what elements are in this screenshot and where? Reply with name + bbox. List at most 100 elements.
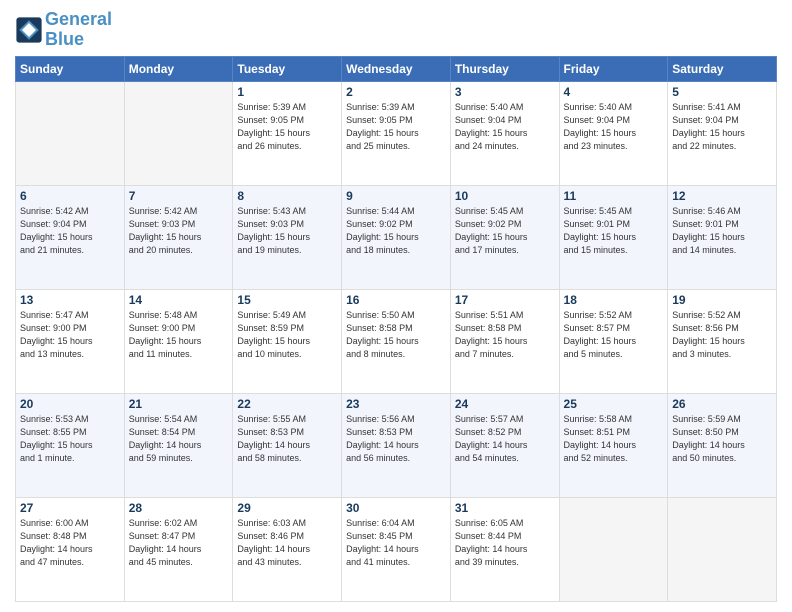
calendar-day-cell: 18Sunrise: 5:52 AM Sunset: 8:57 PM Dayli… [559, 289, 668, 393]
day-number: 17 [455, 293, 555, 307]
day-number: 20 [20, 397, 120, 411]
day-info: Sunrise: 5:45 AM Sunset: 9:01 PM Dayligh… [564, 205, 664, 257]
calendar-table: SundayMondayTuesdayWednesdayThursdayFrid… [15, 56, 777, 602]
day-info: Sunrise: 5:55 AM Sunset: 8:53 PM Dayligh… [237, 413, 337, 465]
calendar-day-cell: 11 Sunrise: 5:45 AM Sunset: 9:01 PM Dayli… [559, 185, 668, 289]
logo-icon [15, 16, 43, 44]
day-number: 5 [672, 85, 772, 99]
day-info: Sunrise: 6:05 AM Sunset: 8:44 PM Dayligh… [455, 517, 555, 569]
day-info: Sunrise: 5:42 AM Sunset: 9:04 PM Dayligh… [20, 205, 120, 257]
day-number: 14 [129, 293, 229, 307]
calendar-day-cell: 16Sunrise: 5:50 AM Sunset: 8:58 PM Dayli… [342, 289, 451, 393]
calendar-day-cell: 9 Sunrise: 5:44 AM Sunset: 9:02 PM Daylig… [342, 185, 451, 289]
calendar-week-row: 20 Sunrise: 5:53 AM Sunset: 8:55 PM Dayli… [16, 393, 777, 497]
calendar-day-cell: 17 Sunrise: 5:51 AM Sunset: 8:58 PM Dayli… [450, 289, 559, 393]
calendar-day-cell: 21Sunrise: 5:54 AM Sunset: 8:54 PM Dayli… [124, 393, 233, 497]
calendar-day-cell: 2 Sunrise: 5:39 AM Sunset: 9:05 PM Daylig… [342, 81, 451, 185]
calendar-day-cell: 26Sunrise: 5:59 AM Sunset: 8:50 PM Dayli… [668, 393, 777, 497]
day-number: 10 [455, 189, 555, 203]
calendar-week-row: 13 Sunrise: 5:47 AM Sunset: 9:00 PM Dayli… [16, 289, 777, 393]
day-number: 28 [129, 501, 229, 515]
day-info: Sunrise: 5:40 AM Sunset: 9:04 PM Dayligh… [564, 101, 664, 153]
calendar-day-cell: 22 Sunrise: 5:55 AM Sunset: 8:53 PM Dayli… [233, 393, 342, 497]
calendar-day-cell: 6 Sunrise: 5:42 AM Sunset: 9:04 PM Daylig… [16, 185, 125, 289]
weekday-header: Wednesday [342, 56, 451, 81]
logo: General Blue [15, 10, 112, 50]
day-info: Sunrise: 5:42 AM Sunset: 9:03 PM Dayligh… [129, 205, 229, 257]
weekday-header: Friday [559, 56, 668, 81]
day-number: 24 [455, 397, 555, 411]
day-number: 7 [129, 189, 229, 203]
day-info: Sunrise: 5:57 AM Sunset: 8:52 PM Dayligh… [455, 413, 555, 465]
day-info: Sunrise: 5:52 AM Sunset: 8:56 PM Dayligh… [672, 309, 772, 361]
calendar-day-cell: 7 Sunrise: 5:42 AM Sunset: 9:03 PM Daylig… [124, 185, 233, 289]
calendar-header-row: SundayMondayTuesdayWednesdayThursdayFrid… [16, 56, 777, 81]
day-number: 2 [346, 85, 446, 99]
day-info: Sunrise: 6:03 AM Sunset: 8:46 PM Dayligh… [237, 517, 337, 569]
calendar-week-row: 1 Sunrise: 5:39 AM Sunset: 9:05 PM Daylig… [16, 81, 777, 185]
day-number: 27 [20, 501, 120, 515]
day-number: 23 [346, 397, 446, 411]
calendar-day-cell: 1 Sunrise: 5:39 AM Sunset: 9:05 PM Daylig… [233, 81, 342, 185]
day-info: Sunrise: 5:39 AM Sunset: 9:05 PM Dayligh… [346, 101, 446, 153]
calendar-day-cell: 15 Sunrise: 5:49 AM Sunset: 8:59 PM Dayli… [233, 289, 342, 393]
calendar-day-cell: 14Sunrise: 5:48 AM Sunset: 9:00 PM Dayli… [124, 289, 233, 393]
day-info: Sunrise: 5:56 AM Sunset: 8:53 PM Dayligh… [346, 413, 446, 465]
day-number: 13 [20, 293, 120, 307]
day-info: Sunrise: 5:39 AM Sunset: 9:05 PM Dayligh… [237, 101, 337, 153]
day-info: Sunrise: 5:45 AM Sunset: 9:02 PM Dayligh… [455, 205, 555, 257]
day-number: 8 [237, 189, 337, 203]
day-info: Sunrise: 5:47 AM Sunset: 9:00 PM Dayligh… [20, 309, 120, 361]
day-info: Sunrise: 5:40 AM Sunset: 9:04 PM Dayligh… [455, 101, 555, 153]
day-number: 30 [346, 501, 446, 515]
calendar-day-cell: 29 Sunrise: 6:03 AM Sunset: 8:46 PM Dayli… [233, 497, 342, 601]
day-info: Sunrise: 5:44 AM Sunset: 9:02 PM Dayligh… [346, 205, 446, 257]
day-info: Sunrise: 5:46 AM Sunset: 9:01 PM Dayligh… [672, 205, 772, 257]
calendar-day-cell [124, 81, 233, 185]
calendar-day-cell: 30 Sunrise: 6:04 AM Sunset: 8:45 PM Dayli… [342, 497, 451, 601]
day-number: 29 [237, 501, 337, 515]
day-number: 4 [564, 85, 664, 99]
calendar-week-row: 6 Sunrise: 5:42 AM Sunset: 9:04 PM Daylig… [16, 185, 777, 289]
day-number: 12 [672, 189, 772, 203]
day-info: Sunrise: 6:00 AM Sunset: 8:48 PM Dayligh… [20, 517, 120, 569]
day-number: 19 [672, 293, 772, 307]
logo-text: General Blue [45, 10, 112, 50]
day-info: Sunrise: 5:50 AM Sunset: 8:58 PM Dayligh… [346, 309, 446, 361]
calendar-day-cell: 10 Sunrise: 5:45 AM Sunset: 9:02 PM Dayli… [450, 185, 559, 289]
day-info: Sunrise: 6:04 AM Sunset: 8:45 PM Dayligh… [346, 517, 446, 569]
day-info: Sunrise: 5:43 AM Sunset: 9:03 PM Dayligh… [237, 205, 337, 257]
day-number: 11 [564, 189, 664, 203]
day-info: Sunrise: 5:41 AM Sunset: 9:04 PM Dayligh… [672, 101, 772, 153]
calendar-day-cell: 3Sunrise: 5:40 AM Sunset: 9:04 PM Daylig… [450, 81, 559, 185]
calendar-day-cell: 31 Sunrise: 6:05 AM Sunset: 8:44 PM Dayli… [450, 497, 559, 601]
day-number: 15 [237, 293, 337, 307]
day-info: Sunrise: 5:58 AM Sunset: 8:51 PM Dayligh… [564, 413, 664, 465]
calendar-day-cell: 27 Sunrise: 6:00 AM Sunset: 8:48 PM Dayli… [16, 497, 125, 601]
day-number: 31 [455, 501, 555, 515]
weekday-header: Sunday [16, 56, 125, 81]
day-info: Sunrise: 5:51 AM Sunset: 8:58 PM Dayligh… [455, 309, 555, 361]
calendar-day-cell: 20 Sunrise: 5:53 AM Sunset: 8:55 PM Dayli… [16, 393, 125, 497]
calendar-day-cell: 28Sunrise: 6:02 AM Sunset: 8:47 PM Dayli… [124, 497, 233, 601]
day-number: 22 [237, 397, 337, 411]
calendar-day-cell [668, 497, 777, 601]
weekday-header: Monday [124, 56, 233, 81]
weekday-header: Saturday [668, 56, 777, 81]
page: General Blue SundayMondayTuesdayWednesda… [0, 0, 792, 612]
day-info: Sunrise: 5:59 AM Sunset: 8:50 PM Dayligh… [672, 413, 772, 465]
calendar-day-cell: 25Sunrise: 5:58 AM Sunset: 8:51 PM Dayli… [559, 393, 668, 497]
calendar-day-cell: 24 Sunrise: 5:57 AM Sunset: 8:52 PM Dayli… [450, 393, 559, 497]
day-info: Sunrise: 5:53 AM Sunset: 8:55 PM Dayligh… [20, 413, 120, 465]
day-number: 21 [129, 397, 229, 411]
calendar-day-cell: 19 Sunrise: 5:52 AM Sunset: 8:56 PM Dayli… [668, 289, 777, 393]
weekday-header: Thursday [450, 56, 559, 81]
day-info: Sunrise: 5:49 AM Sunset: 8:59 PM Dayligh… [237, 309, 337, 361]
calendar-day-cell: 4 Sunrise: 5:40 AM Sunset: 9:04 PM Daylig… [559, 81, 668, 185]
calendar-day-cell: 8 Sunrise: 5:43 AM Sunset: 9:03 PM Daylig… [233, 185, 342, 289]
header: General Blue [15, 10, 777, 50]
day-number: 9 [346, 189, 446, 203]
day-number: 1 [237, 85, 337, 99]
day-number: 6 [20, 189, 120, 203]
calendar-day-cell: 23 Sunrise: 5:56 AM Sunset: 8:53 PM Dayli… [342, 393, 451, 497]
